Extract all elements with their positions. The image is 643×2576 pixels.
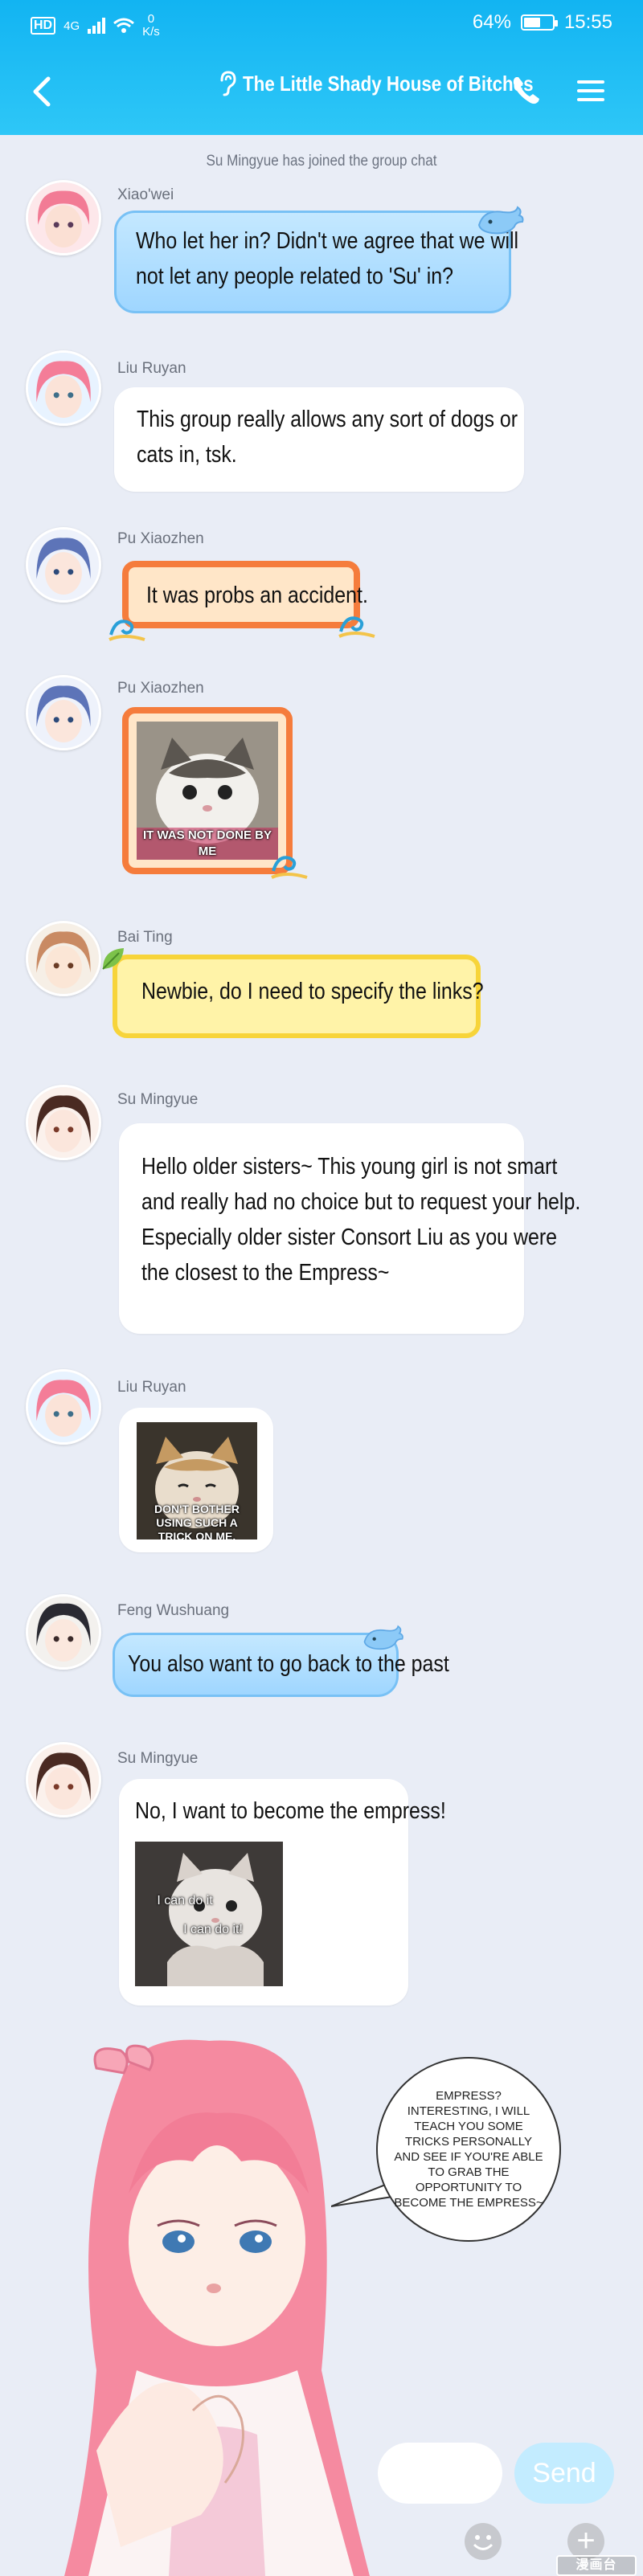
sender-name: Xiao'wei xyxy=(117,186,174,203)
message-bubble[interactable]: Hello older sisters~ This young girl is … xyxy=(119,1123,581,1334)
speech-bubble: EMPRESS? INTERESTING, I WILL TEACH YOU S… xyxy=(376,2057,561,2242)
cat-face-icon xyxy=(135,1842,283,1986)
emoji-icon[interactable] xyxy=(465,2523,502,2560)
avatar-liu-ruyan[interactable] xyxy=(26,1369,101,1445)
message-line: Who let her in? Didn't we agree that we … xyxy=(136,228,519,254)
network-label: 4G xyxy=(63,18,80,33)
sticker-bubble[interactable]: DON'T BOTHER USING SUCH A TRICK ON ME. xyxy=(119,1408,273,1552)
sticker-bubble[interactable]: IT WAS NOT DONE BY ME xyxy=(122,707,293,874)
clock: 15:55 xyxy=(563,11,612,33)
sender-name: Su Mingyue xyxy=(117,1750,199,1767)
signal-icon xyxy=(88,18,106,34)
avatar-su-mingyue[interactable] xyxy=(26,1742,101,1818)
back-arrow-icon[interactable] xyxy=(24,67,64,116)
sender-name: Feng Wushuang xyxy=(117,1602,230,1619)
whale-icon xyxy=(363,1625,403,1650)
sender-name: Su Mingyue xyxy=(117,1091,199,1108)
sender-name: Pu Xiaozhen xyxy=(117,530,204,547)
message-line: the closest to the Empress~ xyxy=(141,1260,390,1286)
chat-title: The Little Shady House of Bitches xyxy=(243,71,534,96)
cat-meme-image: IT WAS NOT DONE BY ME xyxy=(137,722,278,860)
meme-caption: DON'T BOTHER USING SUCH A TRICK ON ME. xyxy=(154,1503,240,1539)
status-bar: HD 4G 0 K/s 64% 15:55 xyxy=(0,0,643,48)
message-line: It was probs an accident. xyxy=(146,583,368,608)
message-line: This group really allows any sort of dog… xyxy=(137,407,518,432)
battery-icon xyxy=(520,14,558,31)
avatar-feng-wushuang[interactable] xyxy=(26,1594,101,1670)
avatar-pu-xiaozhen[interactable] xyxy=(26,527,101,603)
wave-decoration-icon xyxy=(271,856,308,879)
message-line: You also want to go back to the past xyxy=(128,1651,449,1677)
message-input[interactable] xyxy=(378,2443,502,2504)
send-button[interactable]: Send xyxy=(514,2443,614,2504)
carrier-label: HD xyxy=(31,17,56,35)
message-line: No, I want to become the empress! xyxy=(135,1798,446,1824)
sender-name: Bai Ting xyxy=(117,929,173,946)
sender-name: Liu Ruyan xyxy=(117,1379,186,1396)
whale-icon xyxy=(477,206,524,235)
app-header: HD 4G 0 K/s 64% 15:55 The Little Shady H… xyxy=(0,0,643,135)
menu-icon[interactable] xyxy=(571,71,611,111)
ear-icon xyxy=(220,71,236,96)
message-bubble[interactable]: Newbie, do I need to specify the links? xyxy=(113,955,484,1038)
nav-bar: The Little Shady House of Bitches xyxy=(0,56,643,129)
cat-meme-image: I can do it I can do it! xyxy=(135,1842,283,1986)
message-line: not let any people related to 'Su' in? xyxy=(136,264,453,289)
wave-decoration-icon xyxy=(338,616,375,638)
cat-meme-image: DON'T BOTHER USING SUCH A TRICK ON ME. xyxy=(137,1422,257,1539)
message-bubble[interactable]: It was probs an accident. xyxy=(122,561,368,628)
net-speed-unit: K/s xyxy=(142,25,160,39)
message-line: and really had no choice but to request … xyxy=(141,1189,581,1215)
message-bubble[interactable]: This group really allows any sort of dog… xyxy=(114,387,524,492)
meme-caption: I can do it xyxy=(157,1894,213,1907)
avatar-pu-xiaozhen[interactable] xyxy=(26,675,101,750)
sender-name: Pu Xiaozhen xyxy=(117,680,204,697)
message-line: Especially older sister Consort Liu as y… xyxy=(141,1225,558,1250)
message-line: Hello older sisters~ This young girl is … xyxy=(141,1154,558,1180)
wave-decoration-icon xyxy=(109,619,145,641)
avatar-xiaowei[interactable] xyxy=(26,180,101,256)
leaf-icon xyxy=(102,948,124,970)
meme-caption: IT WAS NOT DONE BY ME xyxy=(137,828,278,860)
battery-fill xyxy=(523,18,541,27)
message-bubble[interactable]: No, I want to become the empress! I can … xyxy=(119,1779,446,2006)
avatar-bai-ting[interactable] xyxy=(26,921,101,996)
wifi-icon xyxy=(113,18,135,33)
net-speed-value: 0 xyxy=(147,12,155,26)
message-line: cats in, tsk. xyxy=(137,442,237,468)
battery-percent: 64% xyxy=(472,11,511,33)
avatar-liu-ruyan[interactable] xyxy=(26,350,101,426)
phone-icon[interactable] xyxy=(506,71,547,111)
sender-name: Liu Ruyan xyxy=(117,360,186,377)
message-bubble[interactable]: You also want to go back to the past xyxy=(113,1633,449,1697)
system-message: Su Mingyue has joined the group chat xyxy=(206,153,437,170)
meme-caption: I can do it! xyxy=(183,1923,243,1936)
avatar-su-mingyue[interactable] xyxy=(26,1085,101,1160)
message-bubble[interactable]: Who let her in? Didn't we agree that we … xyxy=(114,211,519,313)
watermark-logo: 漫画台 xyxy=(556,2555,637,2576)
message-line: Newbie, do I need to specify the links? xyxy=(141,979,484,1004)
net-speed: 0 K/s xyxy=(142,13,160,39)
